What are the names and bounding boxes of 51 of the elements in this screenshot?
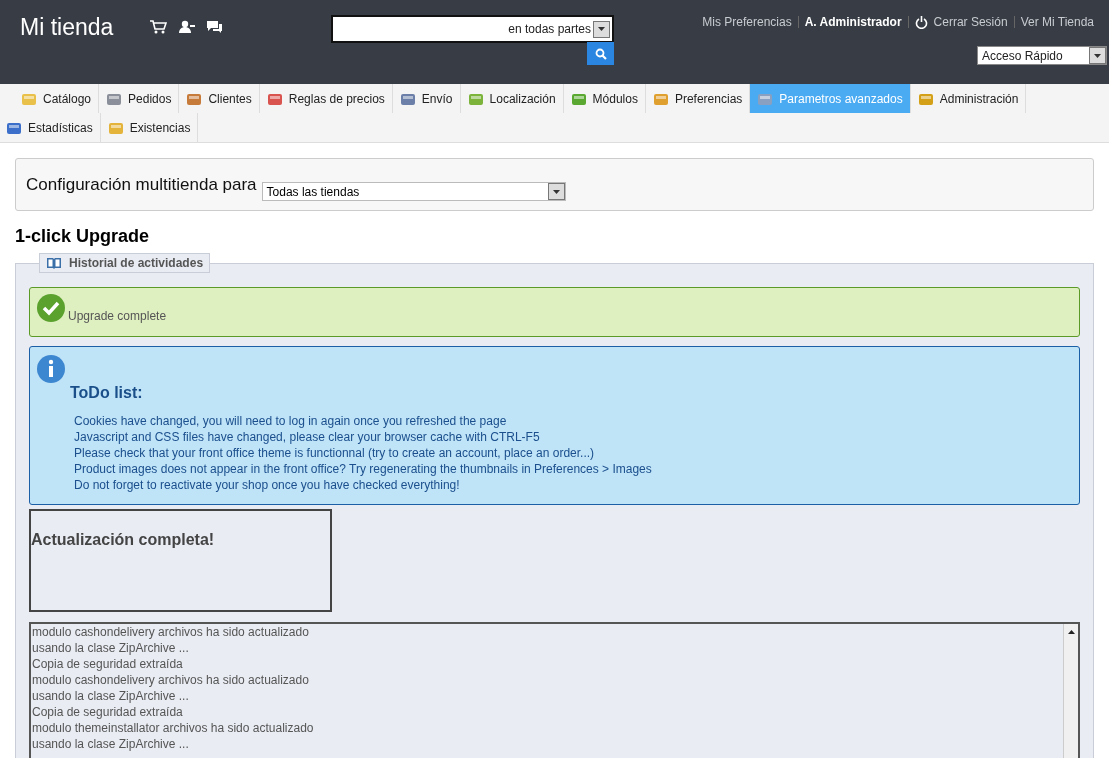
todo-item: Cookies have changed, you will need to log in again once you refreshed the page	[74, 413, 508, 429]
todo-item: Please check that your front office theme is functionnal (try to create an account, place an order...)	[74, 445, 596, 461]
nav-tab[interactable]: Catálogo	[14, 84, 100, 113]
search-icon	[594, 47, 607, 60]
log-line: Copia de seguridad extraída	[32, 704, 184, 720]
info-icon	[36, 354, 66, 384]
nav-tab[interactable]: Localización	[460, 84, 564, 113]
check-icon	[36, 293, 66, 323]
nav-tab[interactable]: Reglas de precios	[259, 84, 393, 113]
people-icon[interactable]	[178, 20, 195, 33]
log-line: modulo themeinstallator archivos ha sido actualizado	[32, 720, 315, 736]
nav-tab[interactable]: Estadísticas	[0, 113, 101, 142]
nav-tab[interactable]: Módulos	[563, 84, 646, 113]
caret-icon	[598, 27, 605, 31]
power-icon[interactable]	[914, 15, 928, 29]
todo-item: Javascript and CSS files have changed, please clear your browser cache with CTRL-F5	[74, 429, 541, 445]
user-link[interactable]: A. Administrador	[804, 15, 902, 29]
log-line: modulo cashondelivery archivos ha sido actualizado	[32, 624, 310, 640]
log-line: usando la clase ZipArchive ...	[32, 736, 190, 752]
todo-item: Do not forget to reactivate your shop once you have checked everything!	[74, 477, 461, 493]
panel-legend: Historial de actividades	[39, 253, 211, 273]
nav-tab[interactable]: Existencias	[100, 113, 199, 142]
multistore-label: Configuración multitienda para	[26, 174, 257, 195]
nav-tab[interactable]: Envío	[392, 84, 461, 113]
search-field[interactable]: en todas partes	[331, 15, 614, 43]
logout-link[interactable]: Cerrar Sesión	[933, 15, 1008, 29]
header-link[interactable]: Mis Preferencias	[702, 15, 792, 29]
nav-tab[interactable]: Clientes	[179, 84, 260, 113]
shop-select[interactable]: Todas las tiendas	[261, 182, 566, 201]
shop-name[interactable]: Mi tienda	[0, 0, 150, 84]
scope-select[interactable]: en todas partes	[508, 20, 612, 38]
success-message: Upgrade complete	[29, 287, 1080, 337]
chat-icon[interactable]	[206, 20, 223, 33]
book-icon	[46, 257, 62, 269]
log-line: usando la clase ZipArchive ...	[32, 640, 190, 656]
header-link[interactable]: Ver Mi Tienda	[1020, 15, 1094, 29]
caret-icon	[552, 189, 560, 194]
nav-tab[interactable]: Pedidos	[99, 84, 180, 113]
log-line: Copia de seguridad extraída	[32, 656, 184, 672]
log-line: modulo cashondelivery archivos ha sido actualizado	[32, 672, 310, 688]
todo-item: Product images does not appear in the front office? Try regenerating the thumbnails in Preferences > Images	[74, 461, 653, 477]
page-title: 1-click Upgrade	[15, 226, 151, 247]
nav-tab[interactable]: Administración	[910, 84, 1027, 113]
caret-icon	[1094, 53, 1101, 58]
search-button[interactable]	[587, 42, 614, 65]
todo-title: ToDo list:	[70, 384, 144, 402]
status-text: Actualización completa!	[31, 531, 215, 548]
quick-access-select[interactable]: Acceso Rápido	[977, 46, 1107, 65]
scrollbar[interactable]	[1063, 624, 1078, 758]
log-line: usando la clase ZipArchive ...	[32, 688, 190, 704]
scroll-up-icon[interactable]	[1067, 630, 1075, 634]
